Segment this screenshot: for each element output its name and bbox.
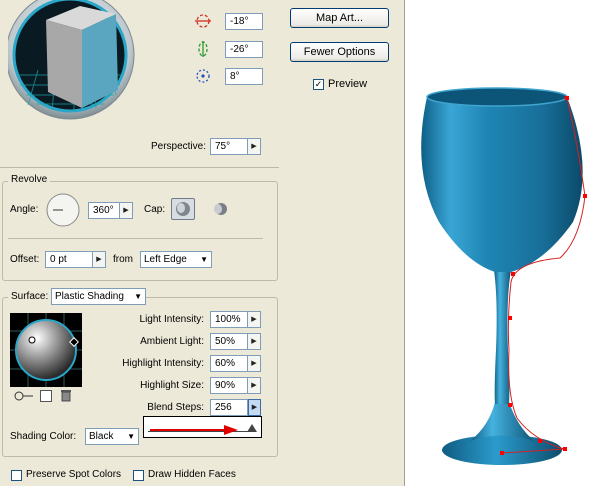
from-label: from bbox=[113, 254, 133, 265]
highlight-size-arrow-button[interactable]: ▶ bbox=[248, 377, 261, 394]
blend-steps-label: Blend Steps: bbox=[147, 402, 204, 413]
shading-color-value: Black bbox=[89, 431, 114, 442]
angle-field[interactable]: 360° bbox=[88, 202, 120, 219]
y-rotation-icon bbox=[194, 40, 212, 58]
rotation-track-cube[interactable] bbox=[5, 0, 138, 140]
light-intensity-field[interactable]: 100% bbox=[210, 311, 248, 328]
highlight-intensity-arrow-button[interactable]: ▶ bbox=[248, 355, 261, 372]
annotation-red-arrow bbox=[150, 424, 240, 436]
z-rotation-field[interactable]: 8° bbox=[225, 68, 263, 85]
highlight-intensity-label: Highlight Intensity: bbox=[122, 358, 204, 369]
fewer-options-button[interactable]: Fewer Options bbox=[290, 42, 389, 62]
offset-field[interactable]: 0 pt bbox=[45, 251, 93, 268]
x-rotation-icon bbox=[194, 12, 212, 30]
angle-arrow-button[interactable]: ▶ bbox=[120, 202, 133, 219]
y-rotation-field[interactable]: -26° bbox=[225, 41, 263, 58]
revolve-group-title: Revolve bbox=[8, 174, 51, 185]
chevron-down-icon: ▼ bbox=[200, 255, 208, 264]
angle-label: Angle: bbox=[10, 204, 39, 215]
from-edge-value: Left Edge bbox=[144, 254, 187, 265]
perspective-field[interactable]: 75° bbox=[210, 138, 248, 155]
new-light-icon[interactable] bbox=[40, 390, 52, 402]
shading-color-label: Shading Color: bbox=[10, 431, 77, 442]
z-rotation-icon bbox=[194, 67, 212, 85]
ambient-light-label: Ambient Light: bbox=[140, 336, 204, 347]
revolve-divider bbox=[8, 238, 263, 239]
cap-label: Cap: bbox=[144, 204, 166, 215]
3d-revolve-options-panel: -18° -26° 8° Perspective: 75° ▶ Map Art.… bbox=[0, 0, 405, 486]
divider bbox=[0, 167, 279, 168]
preserve-spot-colors-label: Preserve Spot Colors bbox=[26, 469, 122, 480]
blend-steps-field[interactable]: 256 bbox=[210, 399, 248, 416]
cap-off-button[interactable] bbox=[210, 200, 230, 218]
highlight-size-label: Highlight Size: bbox=[140, 380, 204, 391]
preview-label: Preview bbox=[328, 78, 368, 90]
x-rotation-field[interactable]: -18° bbox=[225, 13, 263, 30]
surface-value: Plastic Shading bbox=[55, 291, 124, 302]
from-edge-dropdown[interactable]: Left Edge ▼ bbox=[140, 251, 212, 268]
draw-hidden-faces-label: Draw Hidden Faces bbox=[148, 469, 236, 480]
perspective-arrow-button[interactable]: ▶ bbox=[248, 138, 261, 155]
blend-steps-slider-thumb[interactable] bbox=[247, 424, 257, 432]
preserve-spot-colors-checkbox[interactable] bbox=[11, 470, 22, 481]
highlight-intensity-field[interactable]: 60% bbox=[210, 355, 248, 372]
ambient-light-arrow-button[interactable]: ▶ bbox=[248, 333, 261, 350]
cap-on-button[interactable] bbox=[171, 198, 195, 220]
draw-hidden-faces-checkbox[interactable] bbox=[133, 470, 144, 481]
move-light-back-icon[interactable] bbox=[12, 390, 34, 402]
shading-color-dropdown[interactable]: Black ▼ bbox=[85, 428, 139, 445]
angle-dial[interactable] bbox=[45, 192, 81, 228]
highlight-size-field[interactable]: 90% bbox=[210, 377, 248, 394]
surface-dropdown[interactable]: Plastic Shading ▼ bbox=[51, 288, 146, 305]
light-intensity-arrow-button[interactable]: ▶ bbox=[248, 311, 261, 328]
perspective-label: Perspective: bbox=[150, 141, 206, 152]
surface-label: Surface: bbox=[8, 291, 52, 302]
wine-glass-artwork bbox=[405, 0, 600, 486]
lighting-sphere-preview[interactable] bbox=[10, 313, 82, 387]
blend-steps-arrow-button[interactable]: ▶ bbox=[248, 399, 261, 416]
light-intensity-label: Light Intensity: bbox=[139, 314, 204, 325]
chevron-down-icon: ▼ bbox=[127, 432, 135, 441]
preview-checkbox[interactable]: ✓ bbox=[313, 79, 324, 90]
trash-icon[interactable] bbox=[60, 389, 72, 402]
chevron-down-icon: ▼ bbox=[134, 292, 142, 301]
map-art-button[interactable]: Map Art... bbox=[290, 8, 389, 28]
ambient-light-field[interactable]: 50% bbox=[210, 333, 248, 350]
offset-arrow-button[interactable]: ▶ bbox=[93, 251, 106, 268]
offset-label: Offset: bbox=[10, 254, 40, 265]
